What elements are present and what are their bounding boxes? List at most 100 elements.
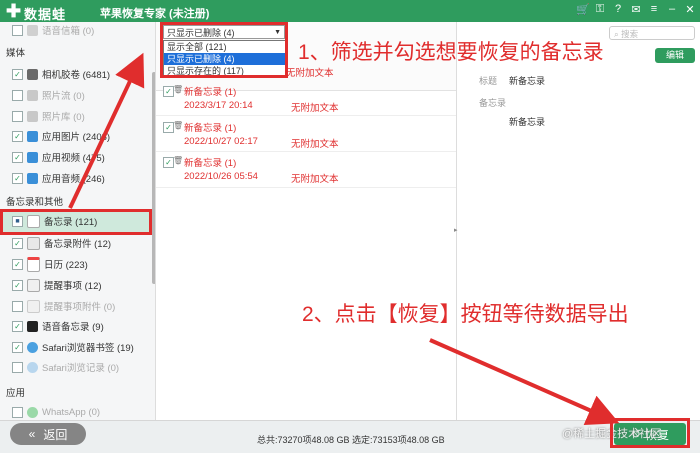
voice-memo-icon [27,320,38,332]
checkbox[interactable] [12,110,23,122]
list-item[interactable]: ✓ 🗑 新备忘录 (1) 2022/10/27 02:17 无附加文本 [163,120,453,152]
panel-collapse-handle[interactable]: ▸ [454,226,458,234]
minimize-icon[interactable]: – [666,3,678,16]
annotation-step-2: 2、点击【恢复】按钮等待数据导出 [302,303,629,326]
sidebar-item-voice-memos[interactable]: ✓ 语音备忘录 (9) [12,318,104,334]
calendar-icon [27,256,40,272]
sidebar-item-reminders[interactable]: ✓ 提醒事项 (12) [12,277,102,293]
record-date: 2023/3/17 20:14 [184,100,253,111]
highlight-box-filter [160,22,288,78]
detail-panel: ⌕ 搜索 编辑 标题 新备忘录 备忘录 新备忘录 ▸ [454,22,700,420]
reminder-attachment-icon [27,299,40,313]
section-media: 媒体 [6,48,26,59]
sidebar-item-app-videos[interactable]: ✓ 应用视频 (475) [12,149,105,165]
sidebar-item-photo-stream[interactable]: 照片流 (0) [12,87,85,103]
attachment-icon [27,236,40,250]
sidebar-item-voicemail[interactable]: 语音信箱 (0) [12,22,94,38]
sidebar-item-reminder-attachments[interactable]: 提醒事项附件 (0) [12,298,115,314]
app-audio-icon [27,172,38,184]
back-arrow-icon: « [28,427,36,441]
chat-icon[interactable]: ✉ [630,3,642,16]
app-videos-icon [27,151,38,163]
title-value: 新备忘录 [509,76,546,86]
sidebar-item-label: 提醒事项附件 (0) [44,302,116,313]
note-label: 备忘录 [479,98,507,108]
record-date: 2022/10/27 02:17 [184,136,258,147]
menu-icon[interactable]: ≡ [648,3,660,16]
record-extra: 无附加文本 [291,103,339,114]
search-input[interactable]: ⌕ 搜索 [609,26,695,40]
checkbox[interactable]: ✓ [12,68,23,80]
photo-stream-icon [27,89,38,101]
brand-name: 数据蛙 [24,7,67,22]
checkbox[interactable]: ✓ [12,130,23,142]
sidebar-item-label: 照片流 (0) [42,91,85,102]
note-value: 新备忘录 [509,117,546,127]
title-label: 标题 [479,76,498,86]
back-label: 返回 [43,427,68,442]
section-notes-other: 备忘录和其他 [6,197,64,208]
sidebar-item-label: 相机胶卷 (6481) [42,70,111,81]
whatsapp-icon [27,406,38,418]
back-button[interactable]: « 返回 [10,423,86,445]
checkbox[interactable]: ✓ [12,151,23,163]
checkbox[interactable] [12,89,23,101]
help-icon[interactable]: ? [612,3,624,16]
sidebar-item-label: 应用音频 (246) [42,174,105,185]
sidebar-item-label: Safari浏览记录 (0) [42,363,120,374]
app-logo-icon: ✚ [6,1,22,21]
sidebar-item-label: 语音信箱 (0) [42,26,95,37]
search-icon: ⌕ [614,29,619,39]
record-extra-partial: 无附加文本 [286,68,334,79]
checkbox[interactable] [12,406,23,418]
sidebar-item-note-attachments[interactable]: ✓ 备忘录附件 (12) [12,235,111,251]
search-placeholder: 搜索 [621,29,639,39]
checkbox[interactable] [12,300,23,312]
app-photos-icon [27,130,38,142]
app-title: 苹果恢复专家 (未注册) [100,8,210,20]
selection-status: 总共:73270项48.08 GB 选定:73153项48.08 GB [257,435,445,445]
safari-icon [27,361,38,373]
sidebar-item-label: 应用图片 (2408) [42,132,111,143]
sidebar-item-label: 提醒事项 (12) [44,281,102,292]
record-title: 新备忘录 (1) [184,158,237,169]
checkbox[interactable] [12,24,23,36]
list-item[interactable]: ✓ 🗑 新备忘录 (1) 2022/10/26 05:54 无附加文本 [163,155,453,187]
edit-button[interactable]: 编辑 [655,48,695,63]
key-icon[interactable]: ⚿ [594,3,606,16]
checkbox[interactable]: ✓ [12,237,23,249]
sidebar-item-photo-library[interactable]: 照片库 (0) [12,108,85,124]
checkbox[interactable]: ✓ [12,341,23,353]
trash-icon: 🗑 [173,156,184,165]
trash-icon: 🗑 [173,85,184,94]
trash-icon: 🗑 [173,121,184,130]
sidebar-item-label: 语音备忘录 (9) [42,322,104,333]
record-extra: 无附加文本 [291,174,339,185]
sidebar-item-app-photos[interactable]: ✓ 应用图片 (2408) [12,128,110,144]
checkbox[interactable]: ✓ [12,258,23,270]
sidebar-item-camera-roll[interactable]: ✓ 相机胶卷 (6481) [12,66,110,82]
checkbox[interactable]: ✓ [12,279,23,291]
titlebar-controls: 🛒 ⚿ ? ✉ ≡ – ✕ [576,3,696,16]
highlight-box-notes [0,209,152,235]
sidebar-item-app-audio[interactable]: ✓ 应用音频 (246) [12,170,105,186]
sidebar-item-safari-history[interactable]: Safari浏览记录 (0) [12,359,119,375]
safari-icon [27,341,38,353]
reminders-icon [27,278,40,292]
section-apps: 应用 [6,388,26,399]
cart-icon[interactable]: 🛒 [576,3,590,16]
annotation-step-1: 1、筛选并勾选想要恢复的备忘录 [298,41,604,64]
sidebar-item-whatsapp[interactable]: WhatsApp (0) [12,404,100,420]
divider [156,187,456,188]
close-icon[interactable]: ✕ [684,3,696,16]
record-title: 新备忘录 (1) [184,87,237,98]
checkbox[interactable] [12,361,23,373]
voicemail-icon [27,24,38,36]
list-item[interactable]: ✓ 🗑 新备忘录 (1) 2023/3/17 20:14 无附加文本 [163,84,453,116]
highlight-box-recover [610,418,690,448]
sidebar-item-safari-bookmarks[interactable]: ✓ Safari浏览器书签 (19) [12,339,134,355]
checkbox[interactable]: ✓ [12,320,23,332]
sidebar-item-label: Safari浏览器书签 (19) [42,343,134,354]
sidebar-item-calendar[interactable]: ✓ 日历 (223) [12,256,88,272]
checkbox[interactable]: ✓ [12,172,23,184]
